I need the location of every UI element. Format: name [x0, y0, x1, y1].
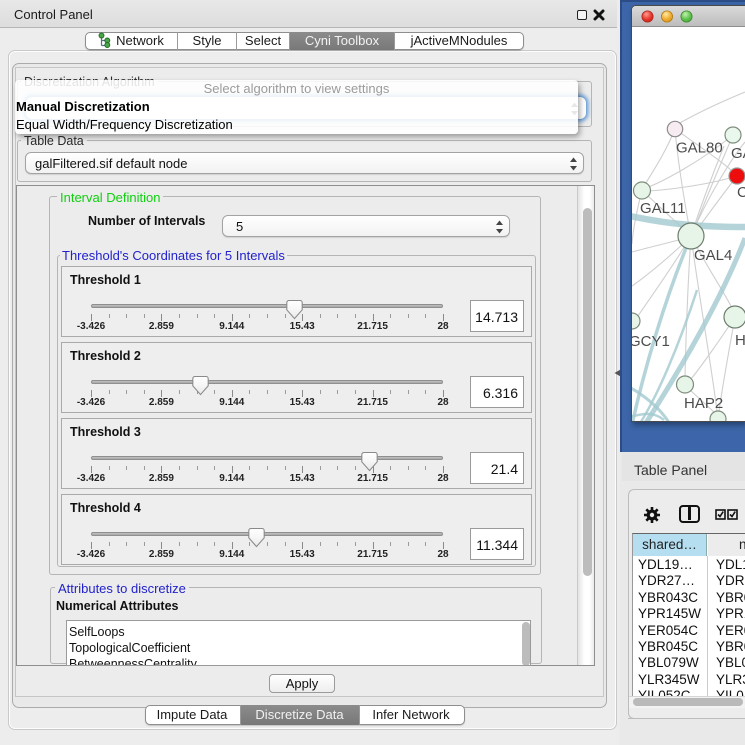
- svg-text:HAP2: HAP2: [684, 395, 723, 412]
- svg-text:GAL4: GAL4: [694, 247, 732, 264]
- svg-text:GCY1: GCY1: [632, 333, 670, 350]
- svg-text:GAL80: GAL80: [676, 140, 723, 157]
- svg-text:H: H: [735, 332, 745, 349]
- svg-text:C: C: [737, 184, 745, 201]
- svg-text:GA: GA: [731, 145, 745, 162]
- svg-text:GAL11: GAL11: [640, 200, 686, 217]
